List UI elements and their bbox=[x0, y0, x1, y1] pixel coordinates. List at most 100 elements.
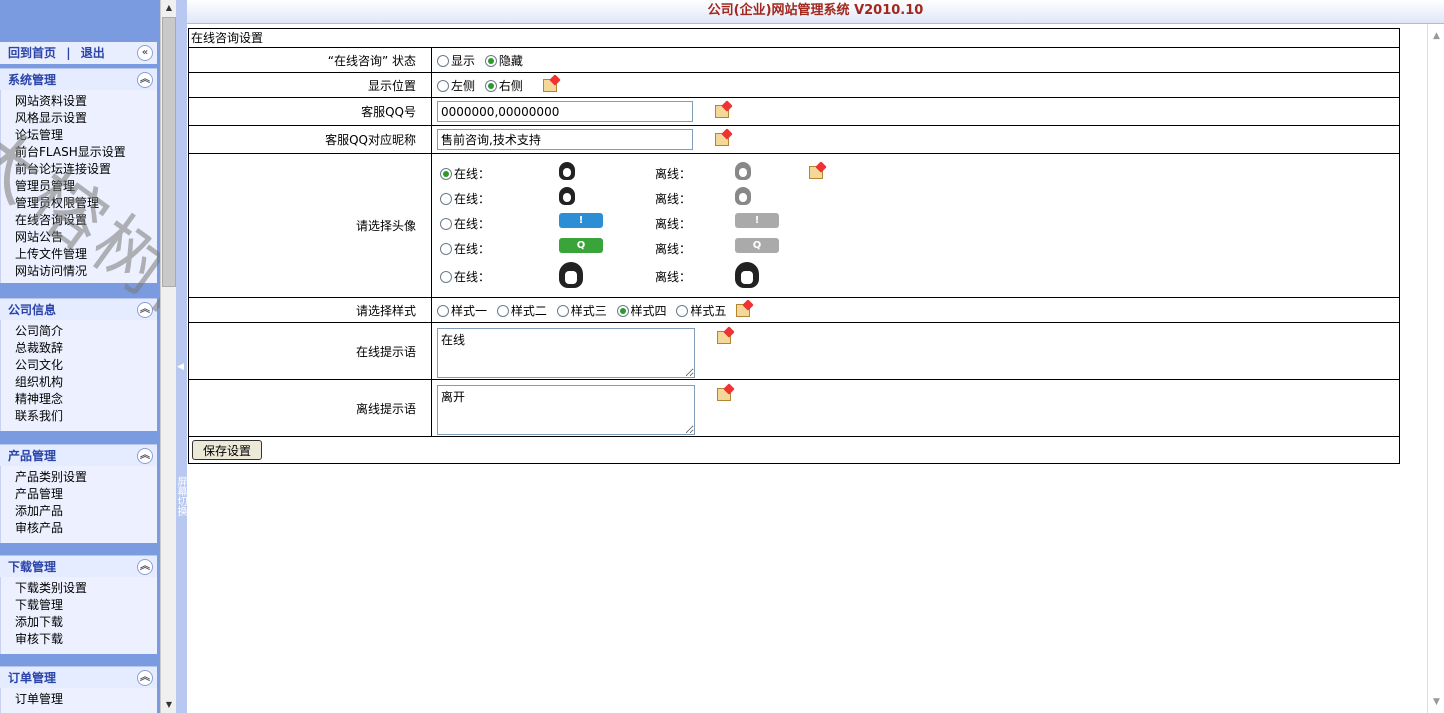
menu-item[interactable]: 风格显示设置 bbox=[1, 110, 157, 127]
status-show-option[interactable]: 显示 bbox=[437, 52, 475, 69]
edit-icon[interactable] bbox=[809, 165, 823, 179]
menu-order: 订单管理 ︽ 订单管理 bbox=[0, 666, 157, 713]
style-option[interactable]: 样式五 bbox=[676, 302, 726, 319]
scroll-thumb[interactable] bbox=[162, 17, 176, 287]
menu-item[interactable]: 订单管理 bbox=[1, 691, 157, 708]
menu-item[interactable]: 在线咨询设置 bbox=[1, 212, 157, 229]
menu-head-product[interactable]: 产品管理 ︽ bbox=[0, 444, 157, 466]
collapse-icon[interactable]: ︽ bbox=[137, 448, 153, 464]
option-label: 样式四 bbox=[630, 303, 667, 318]
status-hide-option[interactable]: 隐藏 bbox=[484, 52, 523, 69]
avatar-radio[interactable] bbox=[440, 168, 452, 180]
style-option[interactable]: 样式四 bbox=[616, 302, 667, 319]
style-radio[interactable] bbox=[496, 305, 509, 317]
save-button[interactable]: 保存设置 bbox=[192, 440, 263, 460]
menu-item[interactable]: 网站资料设置 bbox=[1, 93, 157, 110]
edit-icon[interactable] bbox=[716, 330, 731, 344]
menu-item[interactable]: 下载类别设置 bbox=[1, 580, 157, 597]
qq-input[interactable] bbox=[437, 101, 693, 122]
edit-icon[interactable] bbox=[714, 105, 729, 118]
menu-item[interactable]: 产品类别设置 bbox=[1, 469, 157, 486]
online-msg-textarea[interactable]: 在线 bbox=[437, 327, 695, 378]
avatar-radio[interactable] bbox=[440, 193, 452, 205]
radio-left[interactable] bbox=[437, 80, 449, 92]
scroll-down-icon[interactable]: ▼ bbox=[161, 697, 177, 713]
collapse-icon[interactable]: ︽ bbox=[137, 72, 153, 88]
scroll-up-icon[interactable]: ▲ bbox=[1428, 28, 1444, 44]
radio-show[interactable] bbox=[437, 55, 449, 67]
collapse-icon[interactable]: ︽ bbox=[137, 670, 153, 686]
radio-right[interactable] bbox=[484, 80, 497, 92]
sidebar-scrollbar[interactable]: ▲ ▼ bbox=[160, 0, 176, 713]
menu-item[interactable]: 下载管理 bbox=[1, 597, 157, 614]
avatar-radio[interactable] bbox=[440, 271, 452, 283]
radio-hide[interactable] bbox=[484, 55, 497, 67]
menu-item[interactable]: 精神理念 bbox=[1, 391, 157, 408]
menu-item[interactable]: 总裁致辞 bbox=[1, 340, 157, 357]
position-left-option[interactable]: 左侧 bbox=[437, 77, 475, 94]
menu-item[interactable]: 联系我们 bbox=[1, 408, 157, 425]
avatar-option[interactable]: 在线： 离线： bbox=[437, 185, 1399, 210]
avatar-option[interactable]: 在线： 离线： bbox=[437, 160, 1399, 185]
menu-item[interactable]: 上传文件管理 bbox=[1, 246, 157, 263]
avatar-radio[interactable] bbox=[440, 218, 452, 230]
style-radio[interactable] bbox=[616, 305, 629, 317]
qq-penguin-icon bbox=[559, 161, 575, 180]
menu-head-order[interactable]: 订单管理 ︽ bbox=[0, 666, 157, 688]
style-radio[interactable] bbox=[437, 305, 449, 317]
style-field: 样式一 样式二 样式三 样式四 样式五 bbox=[431, 297, 1400, 323]
menu-item[interactable]: 前台FLASH显示设置 bbox=[1, 144, 157, 161]
menu-head-download[interactable]: 下载管理 ︽ bbox=[0, 555, 157, 577]
collapse-all-icon[interactable]: « bbox=[137, 45, 153, 61]
style-option[interactable]: 样式二 bbox=[496, 302, 547, 319]
menu-item[interactable]: 网站访问情况 bbox=[1, 263, 157, 280]
screen-switch[interactable]: ◀ 屏幕切换 bbox=[175, 0, 187, 713]
menu-item[interactable]: 添加产品 bbox=[1, 503, 157, 520]
menu-system: 系统管理 ︽ 网站资料设置 风格显示设置 论坛管理 前台FLASH显示设置 前台论… bbox=[0, 68, 157, 283]
menu-item[interactable]: 公司简介 bbox=[1, 323, 157, 340]
option-label: 样式五 bbox=[690, 303, 727, 318]
menu-item[interactable]: 审核下载 bbox=[1, 631, 157, 648]
collapse-icon[interactable]: ︽ bbox=[137, 302, 153, 318]
menu-head-company[interactable]: 公司信息 ︽ bbox=[0, 298, 157, 320]
menu-item[interactable]: 添加下载 bbox=[1, 614, 157, 631]
nick-input[interactable] bbox=[437, 129, 693, 150]
menu-item[interactable]: 前台论坛连接设置 bbox=[1, 161, 157, 178]
menu-item[interactable]: 管理员权限管理 bbox=[1, 195, 157, 212]
qq-big-penguin-icon bbox=[559, 261, 583, 288]
style-option[interactable]: 样式三 bbox=[556, 302, 607, 319]
menu-item[interactable]: 公司文化 bbox=[1, 357, 157, 374]
collapse-arrow-icon[interactable]: ◀ bbox=[177, 362, 184, 372]
logout-link[interactable]: 退出 bbox=[81, 46, 105, 60]
avatar-option[interactable]: 在线： ! 离线： ! bbox=[437, 210, 1399, 235]
offline-msg-textarea[interactable]: 离开 bbox=[437, 384, 695, 435]
edit-icon[interactable] bbox=[542, 78, 557, 92]
collapse-icon[interactable]: ︽ bbox=[137, 559, 153, 575]
menu-item[interactable]: 网站公告 bbox=[1, 229, 157, 246]
avatar-radio[interactable] bbox=[440, 243, 452, 255]
menu-company: 公司信息 ︽ 公司简介 总裁致辞 公司文化 组织机构 精神理念 联系我们 bbox=[0, 298, 157, 431]
edit-icon[interactable] bbox=[716, 387, 731, 401]
menu-item[interactable]: 管理员管理 bbox=[1, 178, 157, 195]
menu-item[interactable]: 产品管理 bbox=[1, 486, 157, 503]
edit-icon[interactable] bbox=[736, 303, 751, 317]
style-radio[interactable] bbox=[556, 305, 569, 317]
form-caption: 在线咨询设置 bbox=[188, 28, 1400, 48]
main-scrollbar[interactable]: ▲ ▼ bbox=[1427, 24, 1444, 713]
edit-icon[interactable] bbox=[714, 133, 729, 146]
avatar-option[interactable]: 在线： 离线： bbox=[437, 260, 1399, 290]
offline-msg-field: 离开 bbox=[431, 379, 1400, 437]
position-right-option[interactable]: 右侧 bbox=[484, 77, 523, 94]
home-link[interactable]: 回到首页 bbox=[8, 46, 56, 60]
scroll-up-icon[interactable]: ▲ bbox=[161, 0, 177, 16]
menu-item[interactable]: 审核产品 bbox=[1, 520, 157, 537]
menu-item[interactable]: 组织机构 bbox=[1, 374, 157, 391]
menu-item[interactable]: 论坛管理 bbox=[1, 127, 157, 144]
avatar-option[interactable]: 在线： Q 离线： Q bbox=[437, 235, 1399, 260]
scroll-down-icon[interactable]: ▼ bbox=[1428, 694, 1444, 710]
style-radio[interactable] bbox=[676, 305, 689, 317]
style-label: 请选择样式 bbox=[188, 297, 432, 323]
position-field: 左侧 右侧 bbox=[431, 72, 1400, 98]
style-option[interactable]: 样式一 bbox=[437, 302, 487, 319]
menu-head-system[interactable]: 系统管理 ︽ bbox=[0, 68, 157, 90]
